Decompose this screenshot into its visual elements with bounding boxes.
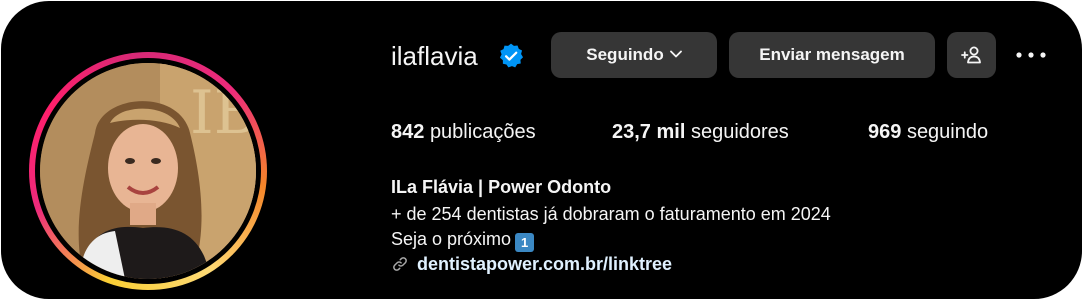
link-icon	[393, 257, 407, 271]
avatar-image: IB	[40, 63, 256, 279]
following-stat[interactable]: 969 seguindo	[868, 119, 988, 145]
followers-label: seguidores	[690, 121, 789, 143]
suggested-users-button[interactable]	[947, 32, 996, 78]
posts-label: publicações	[429, 121, 536, 143]
profile-header: IB ilaflavia Seguindo Enviar mensagem 84…	[1, 1, 1082, 299]
following-button[interactable]: Seguindo	[551, 32, 717, 78]
bio-display-name: ILa Flávia | Power Odonto	[391, 177, 612, 197]
keycap-one-emoji: 1	[515, 233, 535, 252]
send-message-button-label: Enviar mensagem	[759, 45, 905, 64]
posts-count: 842	[391, 121, 425, 143]
chevron-down-icon	[669, 50, 682, 58]
bio-line: + de 254 dentistas já dobraram o faturam…	[391, 204, 831, 224]
story-ring[interactable]: IB	[29, 52, 267, 290]
avatar[interactable]: IB	[40, 63, 256, 279]
more-options-icon[interactable]	[1011, 43, 1051, 67]
following-count: 969	[868, 121, 902, 143]
add-user-icon	[961, 46, 981, 64]
username[interactable]: ilaflavia	[391, 39, 478, 73]
bio-link-text[interactable]: dentistapower.com.br/linktree	[417, 252, 672, 276]
following-label: seguindo	[906, 121, 989, 143]
following-button-label: Seguindo	[586, 45, 664, 64]
bio-line-cta: Seja o próximo 1	[391, 227, 535, 252]
send-message-button[interactable]: Enviar mensagem	[729, 32, 935, 78]
posts-stat: 842 publicações	[391, 119, 536, 145]
followers-count: 23,7 mil	[612, 121, 686, 143]
bio-line-text: Seja o próximo	[391, 229, 512, 249]
verified-badge-icon	[499, 43, 524, 68]
svg-text:IB: IB	[190, 78, 256, 148]
followers-stat[interactable]: 23,7 mil seguidores	[612, 119, 789, 145]
